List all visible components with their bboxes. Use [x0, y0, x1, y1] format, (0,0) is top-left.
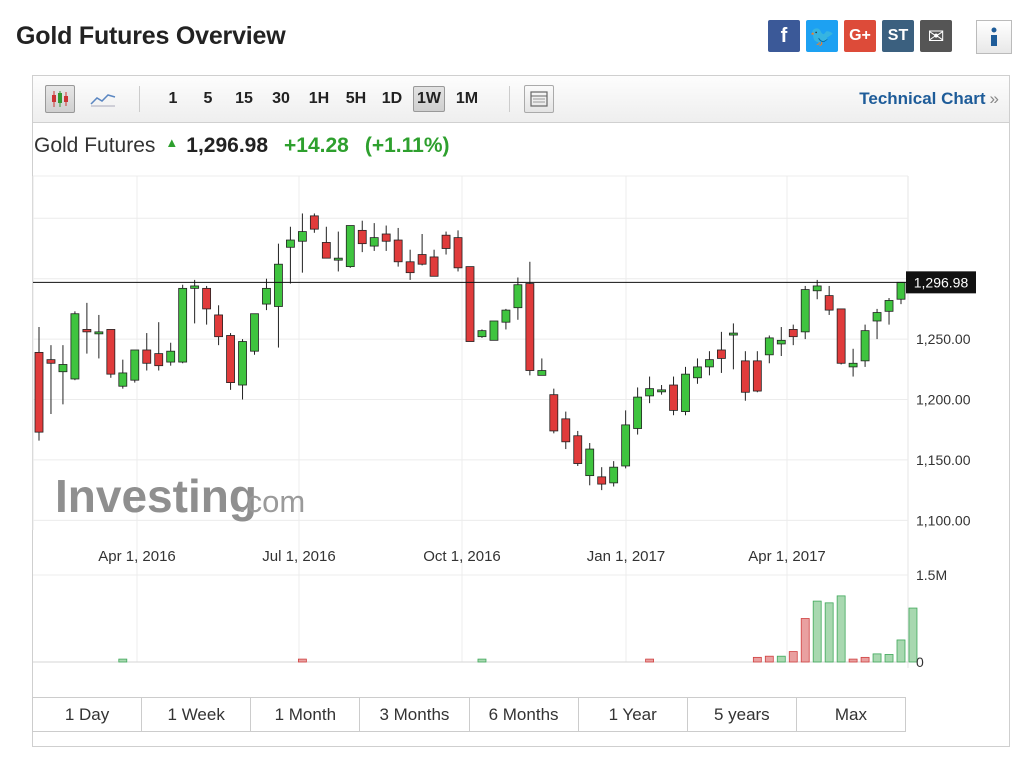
line-chart-icon: [90, 94, 116, 107]
line-chart-button[interactable]: [88, 85, 118, 113]
range-1-week[interactable]: 1 Week: [141, 698, 250, 731]
twitter-icon[interactable]: 🐦: [806, 20, 838, 52]
info-icon: [991, 27, 997, 46]
interval-15[interactable]: 15: [230, 86, 258, 112]
range-1-day[interactable]: 1 Day: [33, 698, 141, 731]
facebook-icon[interactable]: f: [768, 20, 800, 52]
interval-1[interactable]: 1: [163, 86, 183, 112]
quote-header: Gold Futures ▲ 1,296.98 +14.28 (+1.11%): [34, 134, 449, 158]
range-3-months[interactable]: 3 Months: [359, 698, 468, 731]
interval-1d[interactable]: 1D: [378, 86, 406, 112]
technical-chart-label: Technical Chart: [859, 89, 986, 108]
chevron-right-icon: »: [989, 89, 999, 108]
interval-30[interactable]: 30: [267, 86, 295, 112]
range-max[interactable]: Max: [795, 698, 905, 731]
arrow-up-icon: ▲: [165, 134, 179, 150]
technical-chart-link[interactable]: Technical Chart»: [859, 89, 999, 109]
email-icon[interactable]: ✉: [920, 20, 952, 52]
interval-1w[interactable]: 1W: [413, 86, 445, 112]
google-plus-icon[interactable]: G+: [844, 20, 876, 52]
chart-toolbar: 1 5 15 30 1H 5H 1D 1W 1M Technical Chart»: [33, 76, 1009, 123]
toolbar-separator: [509, 86, 510, 112]
stocktwits-icon[interactable]: ST: [882, 20, 914, 52]
instrument-name: Gold Futures: [34, 134, 156, 157]
toolbar-separator: [139, 86, 140, 112]
time-range-selector: 1 Day 1 Week 1 Month 3 Months 6 Months 1 Year…: [32, 697, 906, 732]
range-1-month[interactable]: 1 Month: [250, 698, 359, 731]
interval-5h[interactable]: 5H: [341, 86, 371, 112]
range-5-years[interactable]: 5 years: [686, 698, 796, 731]
price-change-percent: (+1.11%): [364, 134, 450, 157]
range-1-year[interactable]: 1 Year: [577, 698, 687, 731]
price-change: +14.28: [284, 134, 349, 157]
table-view-button[interactable]: [524, 85, 554, 113]
info-button[interactable]: [976, 20, 1012, 54]
interval-1m[interactable]: 1M: [451, 86, 483, 112]
table-icon: [530, 91, 548, 107]
candlestick-icon: [52, 91, 68, 107]
interval-1h[interactable]: 1H: [305, 86, 333, 112]
page-title: Gold Futures Overview: [16, 22, 286, 50]
social-share-bar: f 🐦 G+ ST ✉: [762, 20, 952, 52]
last-price: 1,296.98: [186, 134, 269, 157]
chart-panel: 1 5 15 30 1H 5H 1D 1W 1M Technical Chart»: [32, 75, 1010, 747]
interval-5[interactable]: 5: [198, 86, 218, 112]
candlestick-chart-button[interactable]: [45, 85, 75, 113]
range-6-months[interactable]: 6 Months: [468, 698, 578, 731]
